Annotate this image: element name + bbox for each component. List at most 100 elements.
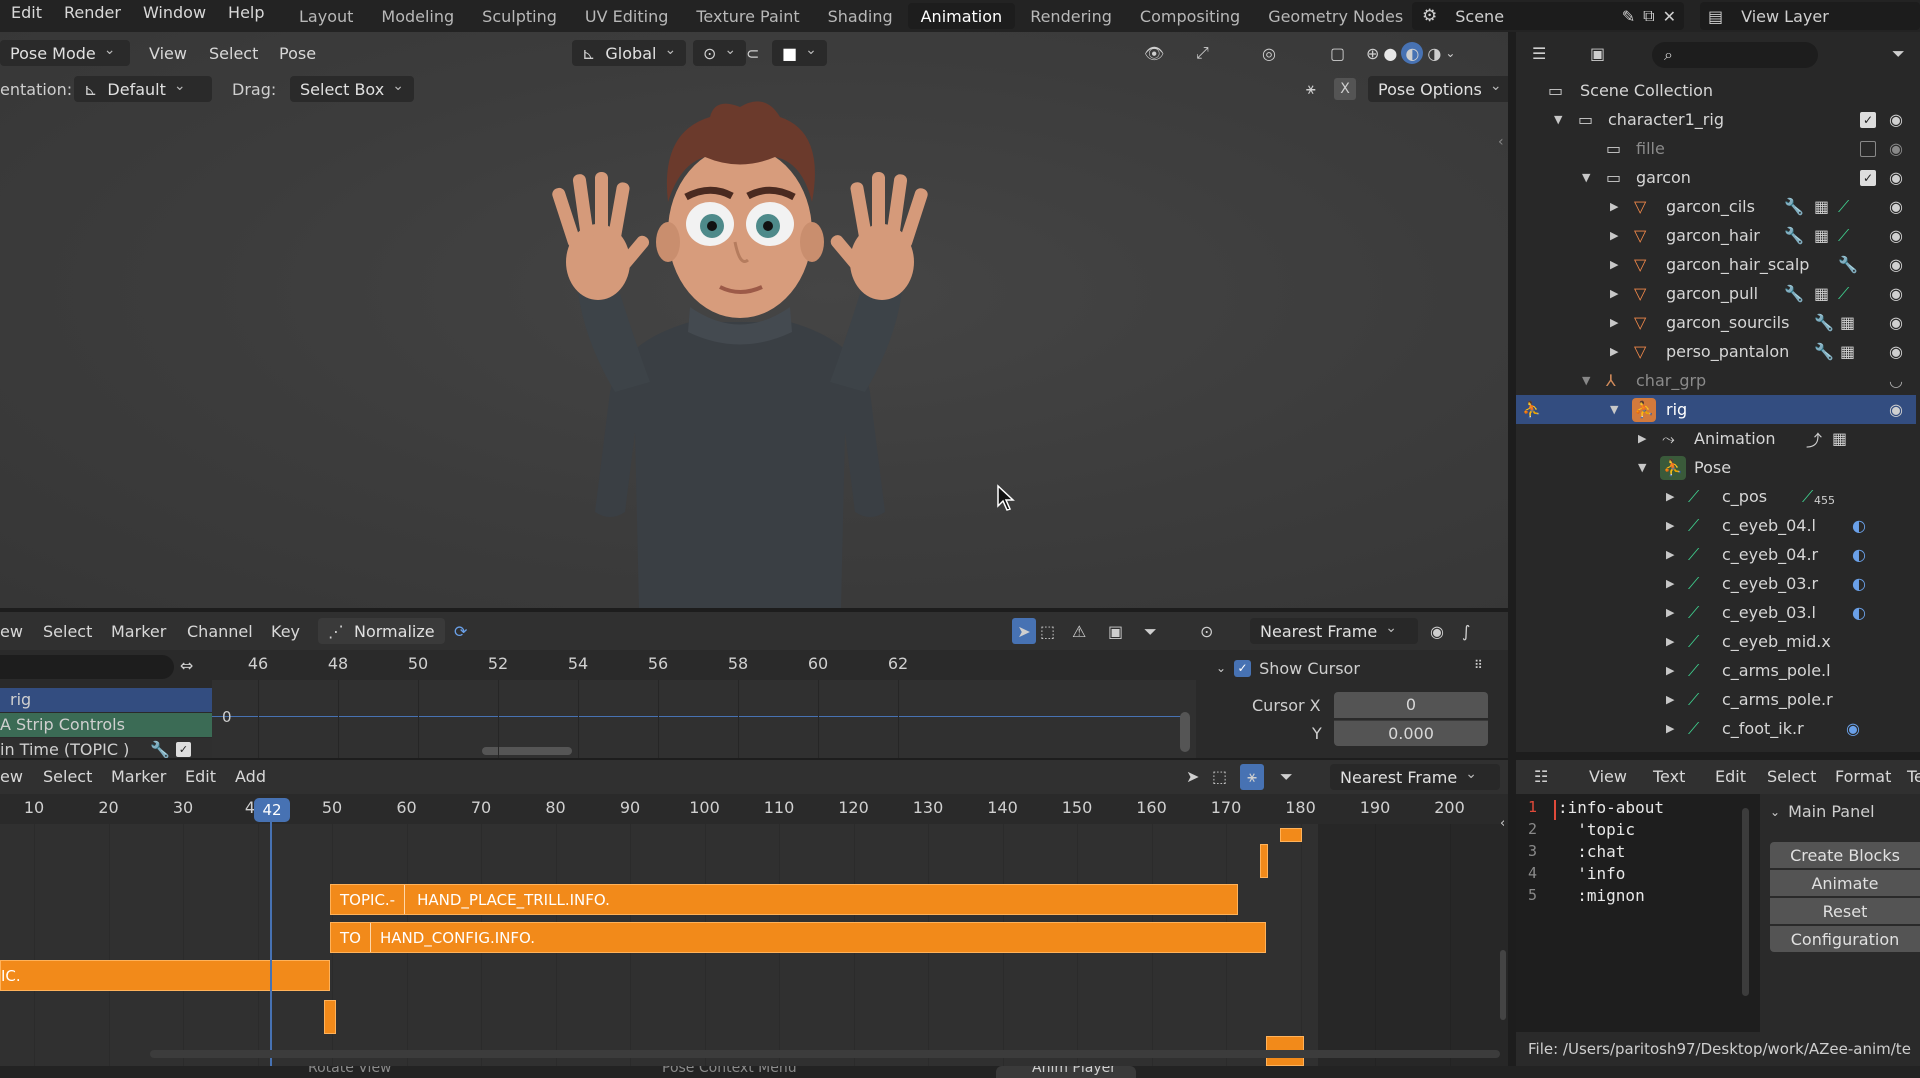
- channel-strip-time[interactable]: in Time (TOPIC ) 🔧 ✓: [0, 738, 212, 758]
- cursor-y-field[interactable]: 0.000: [1334, 720, 1488, 746]
- workspace-tab-sculpting[interactable]: Sculpting: [469, 3, 570, 29]
- checkbox-icon[interactable]: [1860, 140, 1876, 157]
- eye-icon[interactable]: ◉: [1889, 284, 1903, 303]
- nla-vertical-scrollbar[interactable]: [1500, 950, 1506, 1020]
- expand-arrow-icon[interactable]: ▼: [1610, 403, 1618, 416]
- expand-arrow-icon[interactable]: ▶: [1666, 548, 1674, 561]
- xray-icon[interactable]: ▢: [1330, 44, 1345, 63]
- expand-arrow-icon[interactable]: ▶: [1666, 664, 1674, 677]
- checkbox-icon[interactable]: ✓: [1860, 169, 1876, 186]
- outliner-bone-c-arms-pole-r[interactable]: ▶ ⟋ c_arms_pole.r: [1516, 685, 1916, 714]
- drag-handle-icon[interactable]: ⠿: [1474, 658, 1483, 672]
- include-missing-icon[interactable]: ⚹: [1240, 764, 1264, 790]
- snap-target-dropdown[interactable]: ■: [772, 40, 827, 66]
- outliner-item-garcon-pull[interactable]: ▶ ▽ garcon_pull 🔧 ▦ ⟋ ◉: [1516, 279, 1916, 308]
- expand-arrow-icon[interactable]: ▼: [1638, 461, 1646, 474]
- outliner-item-garcon-hair[interactable]: ▶ ▽ garcon_hair 🔧 ▦ ⟋ ◉: [1516, 221, 1916, 250]
- text-editor[interactable]: ☷ View Text Edit Select Format Te 1 2 3 …: [1516, 760, 1920, 1066]
- text-menu-format[interactable]: Format: [1824, 767, 1902, 786]
- graph-menu-select[interactable]: Select: [32, 622, 103, 641]
- eye-icon[interactable]: ◉: [1889, 168, 1903, 187]
- box-select-icon[interactable]: ⬚: [1212, 767, 1227, 786]
- outliner-item-animation[interactable]: ▶ ⤳ Animation ⤴ ▦: [1516, 424, 1916, 453]
- rendered-shading-icon[interactable]: ◑: [1427, 44, 1441, 63]
- expand-arrow-icon[interactable]: ▶: [1666, 693, 1674, 706]
- outliner-item-perso-pantalon[interactable]: ▶ ▽ perso_pantalon 🔧 ▦ ◉: [1516, 337, 1916, 366]
- overlays-icon[interactable]: ◎: [1262, 44, 1276, 63]
- channel-strip-controls[interactable]: A Strip Controls: [0, 713, 212, 737]
- filter-icon[interactable]: ⏷: [1892, 44, 1905, 64]
- ghost-curves-icon[interactable]: ▣: [1108, 622, 1123, 641]
- expand-arrow-icon[interactable]: ▶: [1666, 490, 1674, 503]
- pivot-icon[interactable]: ⊙: [1200, 622, 1213, 641]
- expand-arrow-icon[interactable]: ▶: [1610, 200, 1618, 213]
- collapse-chevron-icon[interactable]: ⌄: [1770, 805, 1780, 819]
- expand-arrow-icon[interactable]: ▼: [1582, 171, 1590, 184]
- outliner-bone-c-pos[interactable]: ▶ ⟋ c_pos ⟋ 455: [1516, 482, 1916, 511]
- mode-dropdown[interactable]: Pose Mode: [0, 40, 130, 66]
- animate-button[interactable]: Animate: [1770, 870, 1920, 896]
- graph-menu-channel[interactable]: Channel: [176, 622, 264, 641]
- workspace-tab-geometry-nodes[interactable]: Geometry Nodes: [1255, 3, 1416, 29]
- channel-search-input[interactable]: [0, 655, 174, 679]
- graph-menu-key[interactable]: Key: [260, 622, 311, 641]
- swap-arrows-icon[interactable]: ⇔: [180, 656, 193, 675]
- outliner-item-fille[interactable]: ▭ fille ◉: [1516, 134, 1916, 163]
- collapse-chevron-icon[interactable]: ⌄: [1216, 661, 1226, 675]
- show-cursor-checkbox[interactable]: ✓: [1234, 659, 1252, 677]
- eye-icon[interactable]: ◉: [1889, 255, 1903, 274]
- pose-options-dropdown[interactable]: Pose Options: [1368, 76, 1508, 102]
- editor-type-icon[interactable]: ☰: [1532, 44, 1546, 63]
- workspace-tab-animation[interactable]: Animation: [907, 3, 1016, 29]
- expand-arrow-icon[interactable]: ▶: [1666, 577, 1674, 590]
- normalize-toggle[interactable]: ⋰ Normalize: [318, 618, 445, 644]
- nla-strip-small-3[interactable]: [324, 1000, 336, 1034]
- outliner-item-garcon-cils[interactable]: ▶ ▽ garcon_cils 🔧 ▦ ⟋ ◉: [1516, 192, 1916, 221]
- warning-icon[interactable]: ⚠: [1072, 622, 1086, 641]
- nla-strip-hand-place-trill[interactable]: TOPIC.- HAND_PLACE_TRILL.INFO.: [330, 884, 1238, 915]
- viewport-3d[interactable]: Pose Mode View Select Pose ⊾ Global ⊙ ⊂ …: [0, 32, 1508, 608]
- viewport-menu-view[interactable]: View: [138, 44, 198, 63]
- sidebar-toggle-icon[interactable]: ‹: [1500, 816, 1505, 831]
- graph-timeline-area[interactable]: 46 48 50 52 54 56 58 60 62 0: [212, 650, 1196, 758]
- workspace-tab-rendering[interactable]: Rendering: [1017, 3, 1125, 29]
- menu-edit[interactable]: Edit: [0, 3, 53, 22]
- delete-scene-icon[interactable]: ✕: [1663, 7, 1676, 26]
- nla-menu-edit[interactable]: Edit: [174, 767, 227, 786]
- outliner-bone-c-eyeb-04-l[interactable]: ▶ ⟋ c_eyeb_04.l ◐: [1516, 511, 1916, 540]
- graph-menu-view[interactable]: ew: [0, 622, 34, 641]
- workspace-tab-compositing[interactable]: Compositing: [1127, 3, 1253, 29]
- nla-strip-hand-config[interactable]: TO HAND_CONFIG.INFO.: [330, 922, 1266, 953]
- x-axis-toggle[interactable]: X: [1334, 78, 1356, 100]
- expand-arrow-icon[interactable]: ▼: [1582, 374, 1590, 387]
- checkbox-icon[interactable]: ✓: [176, 742, 191, 757]
- transform-orientation-dropdown[interactable]: ⊾ Global: [572, 40, 687, 66]
- channel-rig[interactable]: rig: [0, 688, 212, 712]
- checkbox-icon[interactable]: ✓: [1860, 111, 1876, 128]
- auto-snap-dropdown[interactable]: Nearest Frame: [1250, 618, 1418, 644]
- view-layer-icon[interactable]: ▤: [1708, 7, 1723, 26]
- text-menu-view[interactable]: View: [1578, 767, 1638, 786]
- nla-menu-marker[interactable]: Marker: [100, 767, 177, 786]
- graph-editor[interactable]: ew Select Marker Channel Key ⋰ Normalize…: [0, 612, 1508, 758]
- outliner-bone-c-arms-pole-l[interactable]: ▶ ⟋ c_arms_pole.l: [1516, 656, 1916, 685]
- graph-menu-marker[interactable]: Marker: [100, 622, 177, 641]
- select-cursor-icon[interactable]: ➤: [1186, 767, 1199, 786]
- nla-menu-view[interactable]: ew: [0, 767, 34, 786]
- filter-icon[interactable]: ⏷: [1280, 767, 1293, 787]
- gizmo-icon[interactable]: ⤢: [1196, 43, 1209, 63]
- eye-icon[interactable]: ◉: [1889, 400, 1903, 419]
- outliner-item-pose[interactable]: ▼ ⛹ Pose: [1516, 453, 1916, 482]
- eye-icon[interactable]: ◉: [1889, 197, 1903, 216]
- menu-render[interactable]: Render: [53, 3, 132, 22]
- expand-arrow-icon[interactable]: ▶: [1610, 258, 1618, 271]
- expand-arrow-icon[interactable]: ▶: [1666, 606, 1674, 619]
- outliner-search-input[interactable]: ⌕: [1652, 42, 1818, 68]
- refresh-icon[interactable]: ⟳: [454, 622, 467, 641]
- nla-horizontal-scrollbar[interactable]: [150, 1050, 1500, 1058]
- text-menu-edit[interactable]: Edit: [1704, 767, 1757, 786]
- outliner-bone-c-eyeb-mid-x[interactable]: ▶ ⟋ c_eyeb_mid.x: [1516, 627, 1916, 656]
- workspace-tab-modeling[interactable]: Modeling: [368, 3, 467, 29]
- main-panel-header[interactable]: ⌄ Main Panel: [1770, 802, 1875, 821]
- outliner-bone-c-eyeb-04-r[interactable]: ▶ ⟋ c_eyeb_04.r ◐: [1516, 540, 1916, 569]
